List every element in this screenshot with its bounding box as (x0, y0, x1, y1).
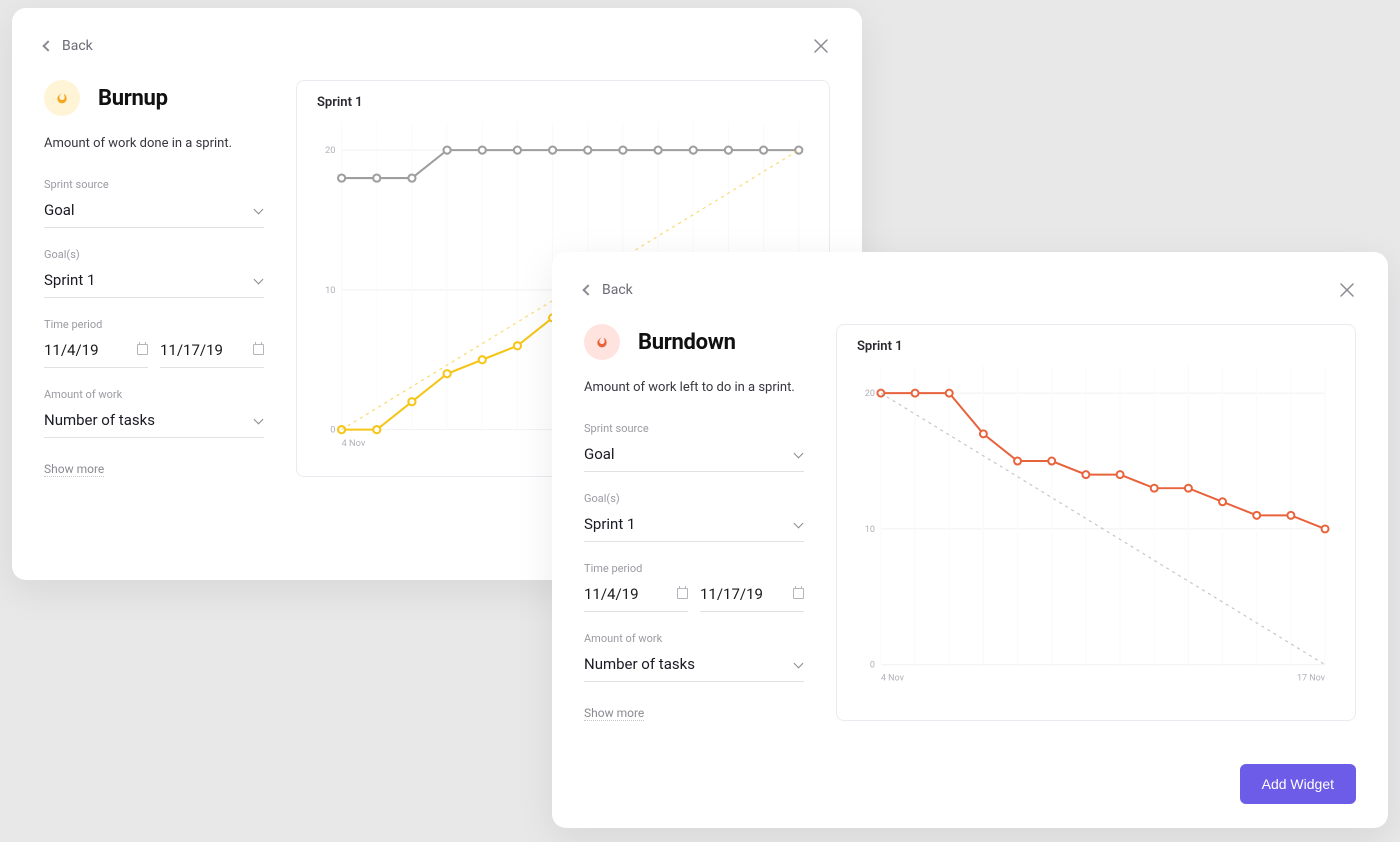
date-from-value: 11/4/19 (44, 341, 99, 359)
chevron-down-icon (254, 275, 264, 285)
sprint-source-value: Goal (584, 445, 615, 463)
back-label: Back (62, 38, 93, 54)
close-button[interactable] (812, 37, 830, 55)
chart-title: Sprint 1 (857, 339, 1335, 354)
amount-label: Amount of work (584, 632, 804, 645)
date-from-input[interactable]: 11/4/19 (44, 337, 148, 368)
goals-select[interactable]: Sprint 1 (44, 267, 264, 298)
svg-text:10: 10 (325, 285, 335, 296)
svg-text:20: 20 (325, 145, 335, 156)
sprint-source-label: Sprint source (44, 178, 264, 191)
sprint-source-select[interactable]: Goal (44, 197, 264, 228)
page-title: Burndown (638, 330, 736, 355)
chevron-down-icon (254, 415, 264, 425)
amount-select[interactable]: Number of tasks (584, 651, 804, 682)
close-icon (1338, 281, 1356, 299)
amount-select[interactable]: Number of tasks (44, 407, 264, 438)
close-button[interactable] (1338, 281, 1356, 299)
show-more-link[interactable]: Show more (584, 706, 644, 721)
amount-value: Number of tasks (44, 411, 155, 429)
back-label: Back (602, 282, 633, 298)
time-period-label: Time period (44, 318, 264, 331)
page-description: Amount of work done in a sprint. (44, 134, 264, 154)
calendar-icon (253, 344, 264, 355)
burnup-sidebar: Burnup Amount of work done in a sprint. … (44, 80, 264, 477)
amount-value: Number of tasks (584, 655, 695, 673)
fire-icon (584, 324, 620, 360)
svg-text:0: 0 (330, 425, 335, 436)
calendar-icon (793, 588, 804, 599)
back-button[interactable]: Back (584, 282, 633, 298)
date-to-input[interactable]: 11/17/19 (160, 337, 264, 368)
goals-value: Sprint 1 (584, 515, 635, 533)
add-widget-button[interactable]: Add Widget (1240, 764, 1356, 804)
page-description: Amount of work left to do in a sprint. (584, 378, 804, 398)
svg-text:10: 10 (865, 525, 875, 535)
goals-select[interactable]: Sprint 1 (584, 511, 804, 542)
svg-text:4 Nov: 4 Nov (342, 438, 366, 449)
date-to-input[interactable]: 11/17/19 (700, 581, 804, 612)
chevron-down-icon (794, 449, 804, 459)
date-from-value: 11/4/19 (584, 585, 639, 603)
chevron-down-icon (794, 519, 804, 529)
chart-title: Sprint 1 (317, 95, 809, 110)
sprint-source-value: Goal (44, 201, 75, 219)
svg-text:17 Nov: 17 Nov (1297, 674, 1326, 684)
close-icon (812, 37, 830, 55)
svg-text:0: 0 (870, 661, 875, 671)
date-from-input[interactable]: 11/4/19 (584, 581, 688, 612)
time-period-label: Time period (584, 562, 804, 575)
chevron-left-icon (582, 284, 593, 295)
goals-value: Sprint 1 (44, 271, 95, 289)
date-to-value: 11/17/19 (160, 341, 223, 359)
back-button[interactable]: Back (44, 38, 93, 54)
burndown-chart: 0 10 20 4 Nov 17 Nov (857, 360, 1335, 689)
calendar-icon (137, 344, 148, 355)
sprint-source-select[interactable]: Goal (584, 441, 804, 472)
date-to-value: 11/17/19 (700, 585, 763, 603)
sprint-source-label: Sprint source (584, 422, 804, 435)
burndown-sidebar: Burndown Amount of work left to do in a … (584, 324, 804, 721)
chevron-down-icon (254, 205, 264, 215)
svg-text:20: 20 (865, 389, 875, 399)
fire-icon (44, 80, 80, 116)
page-title: Burnup (98, 86, 168, 111)
calendar-icon (677, 588, 688, 599)
chevron-left-icon (42, 40, 53, 51)
goals-label: Goal(s) (584, 492, 804, 505)
show-more-link[interactable]: Show more (44, 462, 104, 477)
svg-text:4 Nov: 4 Nov (881, 674, 905, 684)
amount-label: Amount of work (44, 388, 264, 401)
goals-label: Goal(s) (44, 248, 264, 261)
burndown-panel: Back Burndown Amount of work left to do … (552, 252, 1388, 828)
chevron-down-icon (794, 659, 804, 669)
burndown-chart-card: Sprint 1 0 10 20 4 Nov 17 Nov (836, 324, 1356, 721)
